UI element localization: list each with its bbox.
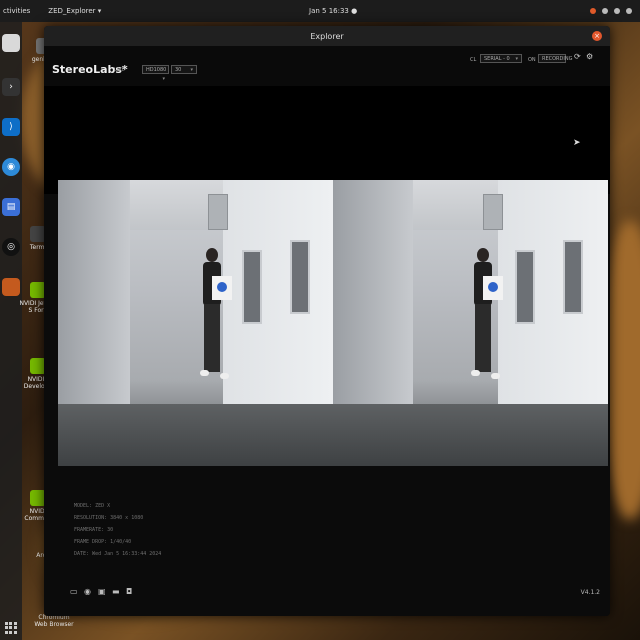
shoe xyxy=(200,370,209,376)
terminal-icon[interactable]: › xyxy=(2,78,20,96)
settings-icon[interactable]: ⚙ xyxy=(586,52,593,61)
floor xyxy=(333,404,608,466)
folder-icon[interactable]: ▭ xyxy=(70,587,78,596)
right-camera-frame xyxy=(333,180,608,466)
window-title: Explorer xyxy=(310,31,344,41)
explorer-window: Explorer × StereoLabs* LIVE HD1080 ▾ 30 ▾ … xyxy=(44,26,610,616)
camera-select[interactable]: SERIAL - 0 ▾ xyxy=(480,54,522,63)
resolution-value: HD1080 xyxy=(146,67,167,73)
window-pane xyxy=(242,250,262,324)
floor xyxy=(58,404,333,466)
show-apps-icon[interactable] xyxy=(5,622,17,634)
shoe xyxy=(471,370,480,376)
paper-sheet xyxy=(483,276,503,300)
info-line: FRAME DROP: 1/40/40 xyxy=(74,539,132,545)
version-label: V4.1.2 xyxy=(580,589,600,596)
person-head xyxy=(206,248,218,262)
svo-icon[interactable]: ▣ xyxy=(98,587,106,596)
person-head xyxy=(477,248,489,262)
browser-icon[interactable]: ◉ xyxy=(2,158,20,176)
camera-value: SERIAL - 0 xyxy=(484,56,510,62)
record-icon[interactable]: ◉ xyxy=(84,587,91,596)
window-pane xyxy=(290,240,310,314)
fps-select[interactable]: 30 ▾ xyxy=(171,65,197,74)
toolbar: StereoLabs* LIVE HD1080 ▾ 30 ▾ CL SERIAL -… xyxy=(44,46,610,86)
record-label: ON xyxy=(528,57,536,63)
bottom-bar: ▭ ◉ ▣ ▬ ◘ V4.1.2 xyxy=(44,574,610,616)
document-icon[interactable]: ▤ xyxy=(2,198,20,216)
shoe xyxy=(220,373,229,379)
info-line: MODEL: ZED X xyxy=(74,503,111,509)
chevron-down-icon: ▾ xyxy=(162,76,165,82)
camera-label: CL xyxy=(470,57,477,63)
desktop-item-label: Chromium Web Browser xyxy=(34,614,74,628)
fps-value: 30 xyxy=(175,67,182,73)
dock: › ⟩ ◉ ▤ ◎ xyxy=(0,22,22,640)
info-line: RESOLUTION: 3840 x 1080 xyxy=(74,515,144,521)
clock[interactable]: Jan 5 16:33 ● xyxy=(309,7,357,15)
camera-icon[interactable]: ◘ xyxy=(126,587,132,596)
live-label: LIVE xyxy=(114,67,125,73)
activities-button[interactable]: ctivities xyxy=(3,7,30,15)
refresh-icon[interactable]: ⟳ xyxy=(574,52,581,61)
viewer-area: ➤ xyxy=(44,86,610,194)
mouse-cursor-icon: ➤ xyxy=(573,138,581,148)
right-wall xyxy=(223,180,333,410)
info-line: DATE: Wed Jan 5 16:33:44 2024 xyxy=(74,551,162,557)
power-icon[interactable] xyxy=(626,8,632,14)
vent xyxy=(208,194,228,230)
record-field[interactable]: RECORDING xyxy=(538,54,572,63)
titlebar[interactable]: Explorer × xyxy=(44,26,610,46)
close-icon[interactable]: × xyxy=(592,31,602,41)
vscode-icon[interactable]: ⟩ xyxy=(2,118,20,136)
person-legs xyxy=(475,304,491,372)
tray-icon[interactable] xyxy=(590,8,596,14)
app-menu[interactable]: ZED_Explorer ▾ xyxy=(48,7,101,15)
record-value: RECORDING xyxy=(542,56,573,62)
chevron-down-icon: ▾ xyxy=(190,67,193,73)
network-icon[interactable] xyxy=(602,8,608,14)
resolution-select[interactable]: HD1080 ▾ xyxy=(142,65,169,82)
files-icon[interactable] xyxy=(2,34,20,52)
vent xyxy=(483,194,503,230)
system-tray[interactable] xyxy=(590,8,632,14)
window-pane xyxy=(515,250,535,324)
stream-icon[interactable]: ▬ xyxy=(112,587,120,596)
camera-info: MODEL: ZED X RESOLUTION: 3840 x 1080 FRA… xyxy=(74,500,161,560)
left-camera-frame xyxy=(58,180,333,466)
volume-icon[interactable] xyxy=(614,8,620,14)
chevron-down-icon: ▾ xyxy=(515,56,518,62)
info-line: FRAMERATE: 30 xyxy=(74,527,114,533)
person-legs xyxy=(204,304,220,372)
top-panel: ctivities ZED_Explorer ▾ Jan 5 16:33 ● xyxy=(0,0,640,22)
shoe xyxy=(491,373,500,379)
stereo-view[interactable] xyxy=(58,180,608,466)
window-pane xyxy=(563,240,583,314)
paper-sheet xyxy=(212,276,232,300)
